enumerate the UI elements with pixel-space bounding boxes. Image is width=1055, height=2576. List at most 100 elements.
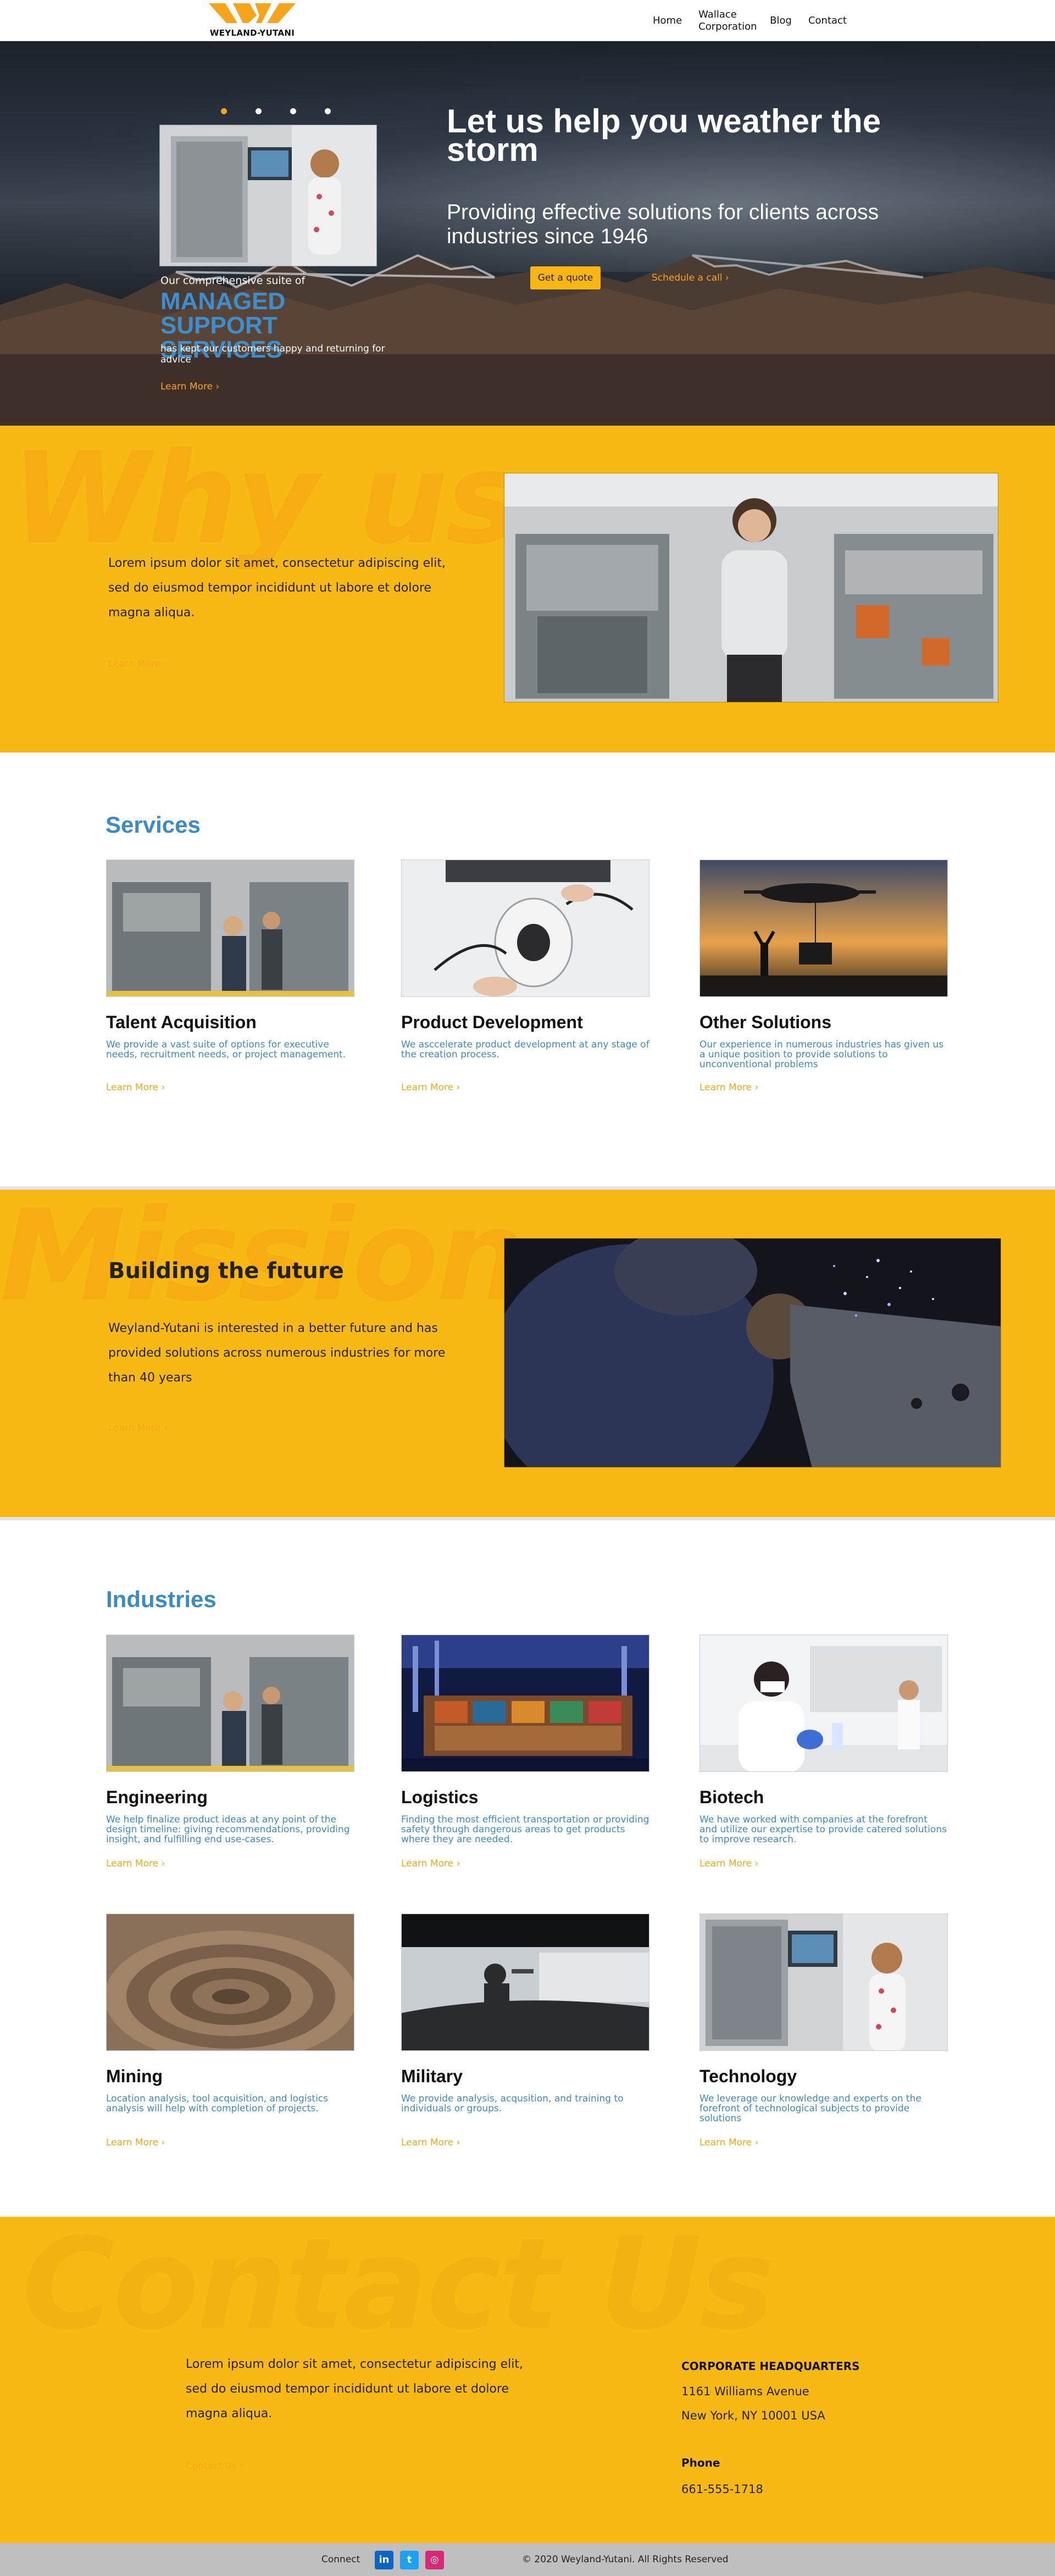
phone-title: Phone bbox=[681, 2456, 720, 2469]
hero-section: Our comprehensive suite of MANAGED SUPPO… bbox=[0, 41, 1055, 426]
chevron-right-icon: › bbox=[754, 2137, 759, 2148]
chevron-right-icon: › bbox=[215, 381, 220, 392]
carousel-dot[interactable] bbox=[221, 108, 227, 114]
service-learn-more-link[interactable]: Learn More › bbox=[106, 1082, 165, 1093]
mission-learn-more-link[interactable]: Learn More › bbox=[108, 1423, 167, 1434]
section-divider bbox=[0, 1517, 1055, 1520]
mission-heading: Building the future bbox=[108, 1258, 344, 1284]
slide-caption-bottom: has kept our customers happy and returni… bbox=[160, 343, 385, 365]
industry-card-desc: Finding the most efficient transportatio… bbox=[401, 1814, 649, 1845]
service-learn-more-link[interactable]: Learn More › bbox=[699, 1082, 758, 1093]
service-card-image bbox=[106, 860, 354, 997]
service-card-desc: We asccelerate product development at an… bbox=[401, 1039, 649, 1060]
learn-more-label: Learn More bbox=[699, 1858, 752, 1869]
hq-title: CORPORATE HEADQUARTERS bbox=[681, 2360, 860, 2373]
chevron-right-icon: › bbox=[161, 2137, 165, 2148]
phone-number[interactable]: 661-555-1718 bbox=[681, 2483, 763, 2496]
contact-us-label: Contact Us bbox=[186, 2461, 237, 2472]
service-card-desc: Our experience in numerous industries ha… bbox=[699, 1039, 944, 1070]
mission-image bbox=[504, 1238, 1001, 1468]
why-us-body: Lorem ipsum dolor sit amet, consectetur … bbox=[108, 556, 446, 620]
slide-caption-top: Our comprehensive suite of bbox=[160, 275, 306, 287]
schedule-call-link[interactable]: Schedule a call › bbox=[652, 266, 729, 289]
contact-body: Lorem ipsum dolor sit amet, consectetur … bbox=[186, 2357, 523, 2421]
nav-links: Home Wallace Corporation Blog Contact bbox=[653, 0, 863, 41]
hero-title: Let us help you weather the storm bbox=[447, 103, 881, 168]
learn-more-label: Learn More bbox=[401, 1858, 454, 1869]
industry-card-desc: We help finalize product ideas at any po… bbox=[106, 1814, 350, 1845]
chevron-right-icon: › bbox=[240, 2461, 244, 2472]
why-us-watermark: Why us bbox=[11, 426, 521, 572]
industry-card-title: Biotech bbox=[699, 1787, 764, 1807]
industry-card-image bbox=[699, 1914, 948, 2051]
chevron-right-icon: › bbox=[456, 1082, 460, 1093]
chevron-right-icon: › bbox=[161, 1858, 165, 1869]
service-card-title: Other Solutions bbox=[699, 1012, 831, 1032]
industry-learn-more-link[interactable]: Learn More › bbox=[401, 2137, 460, 2148]
get-quote-button[interactable]: Get a quote bbox=[530, 266, 601, 289]
hq-address-line2: New York, NY 10001 USA bbox=[681, 2409, 825, 2422]
carousel-dot[interactable] bbox=[256, 108, 262, 114]
chevron-right-icon: › bbox=[163, 1423, 168, 1434]
contact-watermark: Contact Us bbox=[22, 2217, 775, 2358]
industry-card-title: Logistics bbox=[401, 1787, 479, 1807]
nav-link-home[interactable]: Home bbox=[653, 15, 682, 27]
hero-slide-image bbox=[159, 125, 377, 266]
logo[interactable]: WEYLAND-YUTANI bbox=[204, 1, 300, 40]
industry-card-image bbox=[106, 1914, 354, 2051]
industry-learn-more-link[interactable]: Learn More › bbox=[401, 1858, 460, 1869]
nav-link-wallace[interactable]: Wallace Corporation bbox=[698, 9, 757, 33]
carousel-dot[interactable] bbox=[325, 108, 331, 114]
industry-learn-more-link[interactable]: Learn More › bbox=[699, 1858, 758, 1869]
chevron-right-icon: › bbox=[754, 1082, 759, 1093]
industry-card-title: Technology bbox=[699, 2066, 797, 2086]
industry-card-desc: We leverage our knowledge and experts on… bbox=[699, 2093, 921, 2124]
chevron-right-icon: › bbox=[725, 272, 729, 283]
linkedin-icon[interactable]: in bbox=[375, 2551, 393, 2569]
mission-body: Weyland-Yutani is interested in a better… bbox=[108, 1322, 446, 1385]
industry-card-image bbox=[401, 1914, 649, 2051]
industry-card-title: Engineering bbox=[106, 1787, 208, 1807]
industry-card-image bbox=[699, 1635, 948, 1772]
industry-card-desc: We have worked with companies at the for… bbox=[699, 1814, 947, 1845]
industry-card-desc: Location analysis, tool acquisition, and… bbox=[106, 2093, 329, 2114]
learn-more-label: Learn More bbox=[401, 1082, 454, 1093]
why-us-learn-more-label: Learn More bbox=[108, 659, 161, 670]
why-us-image bbox=[504, 473, 998, 702]
why-us-learn-more-link[interactable]: Learn More › bbox=[108, 659, 167, 670]
learn-more-label: Learn More bbox=[401, 2137, 454, 2148]
learn-more-label: Learn More bbox=[106, 1082, 159, 1093]
chevron-right-icon: › bbox=[161, 1082, 165, 1093]
service-card-title: Talent Acquisition bbox=[106, 1012, 257, 1032]
top-nav: WEYLAND-YUTANI Home Wallace Corporation … bbox=[0, 0, 1055, 41]
industry-learn-more-link[interactable]: Learn More › bbox=[106, 2137, 165, 2148]
instagram-icon[interactable]: ◎ bbox=[425, 2551, 444, 2569]
carousel-dot[interactable] bbox=[290, 108, 296, 114]
hero-tagline: Providing effective solutions for client… bbox=[447, 200, 879, 248]
twitter-icon[interactable]: t bbox=[400, 2551, 419, 2569]
slide-learn-more-link[interactable]: Learn More › bbox=[160, 381, 219, 392]
chevron-right-icon: › bbox=[163, 659, 168, 670]
schedule-call-label: Schedule a call bbox=[652, 272, 723, 283]
carousel-dots bbox=[221, 108, 331, 114]
hq-address-line1: 1161 Williams Avenue bbox=[681, 2385, 809, 2398]
industry-learn-more-link[interactable]: Learn More › bbox=[106, 1858, 165, 1869]
service-learn-more-link[interactable]: Learn More › bbox=[401, 1082, 460, 1093]
learn-more-label: Learn More bbox=[106, 1858, 159, 1869]
nav-link-contact[interactable]: Contact bbox=[808, 15, 847, 27]
industry-card-title: Military bbox=[401, 2066, 463, 2086]
hero-mountains bbox=[0, 254, 1055, 426]
slide-learn-more-label: Learn More bbox=[160, 381, 213, 392]
chevron-right-icon: › bbox=[754, 1858, 759, 1869]
industry-learn-more-link[interactable]: Learn More › bbox=[699, 2137, 758, 2148]
nav-link-blog[interactable]: Blog bbox=[770, 15, 792, 27]
industry-card-image bbox=[106, 1635, 354, 1772]
services-title: Services bbox=[106, 812, 201, 838]
industry-card-image bbox=[401, 1635, 649, 1772]
why-us-section: Why us Lorem ipsum dolor sit amet, conse… bbox=[0, 426, 1055, 752]
contact-us-link[interactable]: Contact Us › bbox=[186, 2461, 243, 2472]
mission-learn-more-label: Learn More bbox=[108, 1423, 161, 1434]
learn-more-label: Learn More bbox=[106, 2137, 159, 2148]
mission-section: Mission Building the future Weyland-Yuta… bbox=[0, 1190, 1055, 1517]
industries-title: Industries bbox=[106, 1586, 216, 1612]
